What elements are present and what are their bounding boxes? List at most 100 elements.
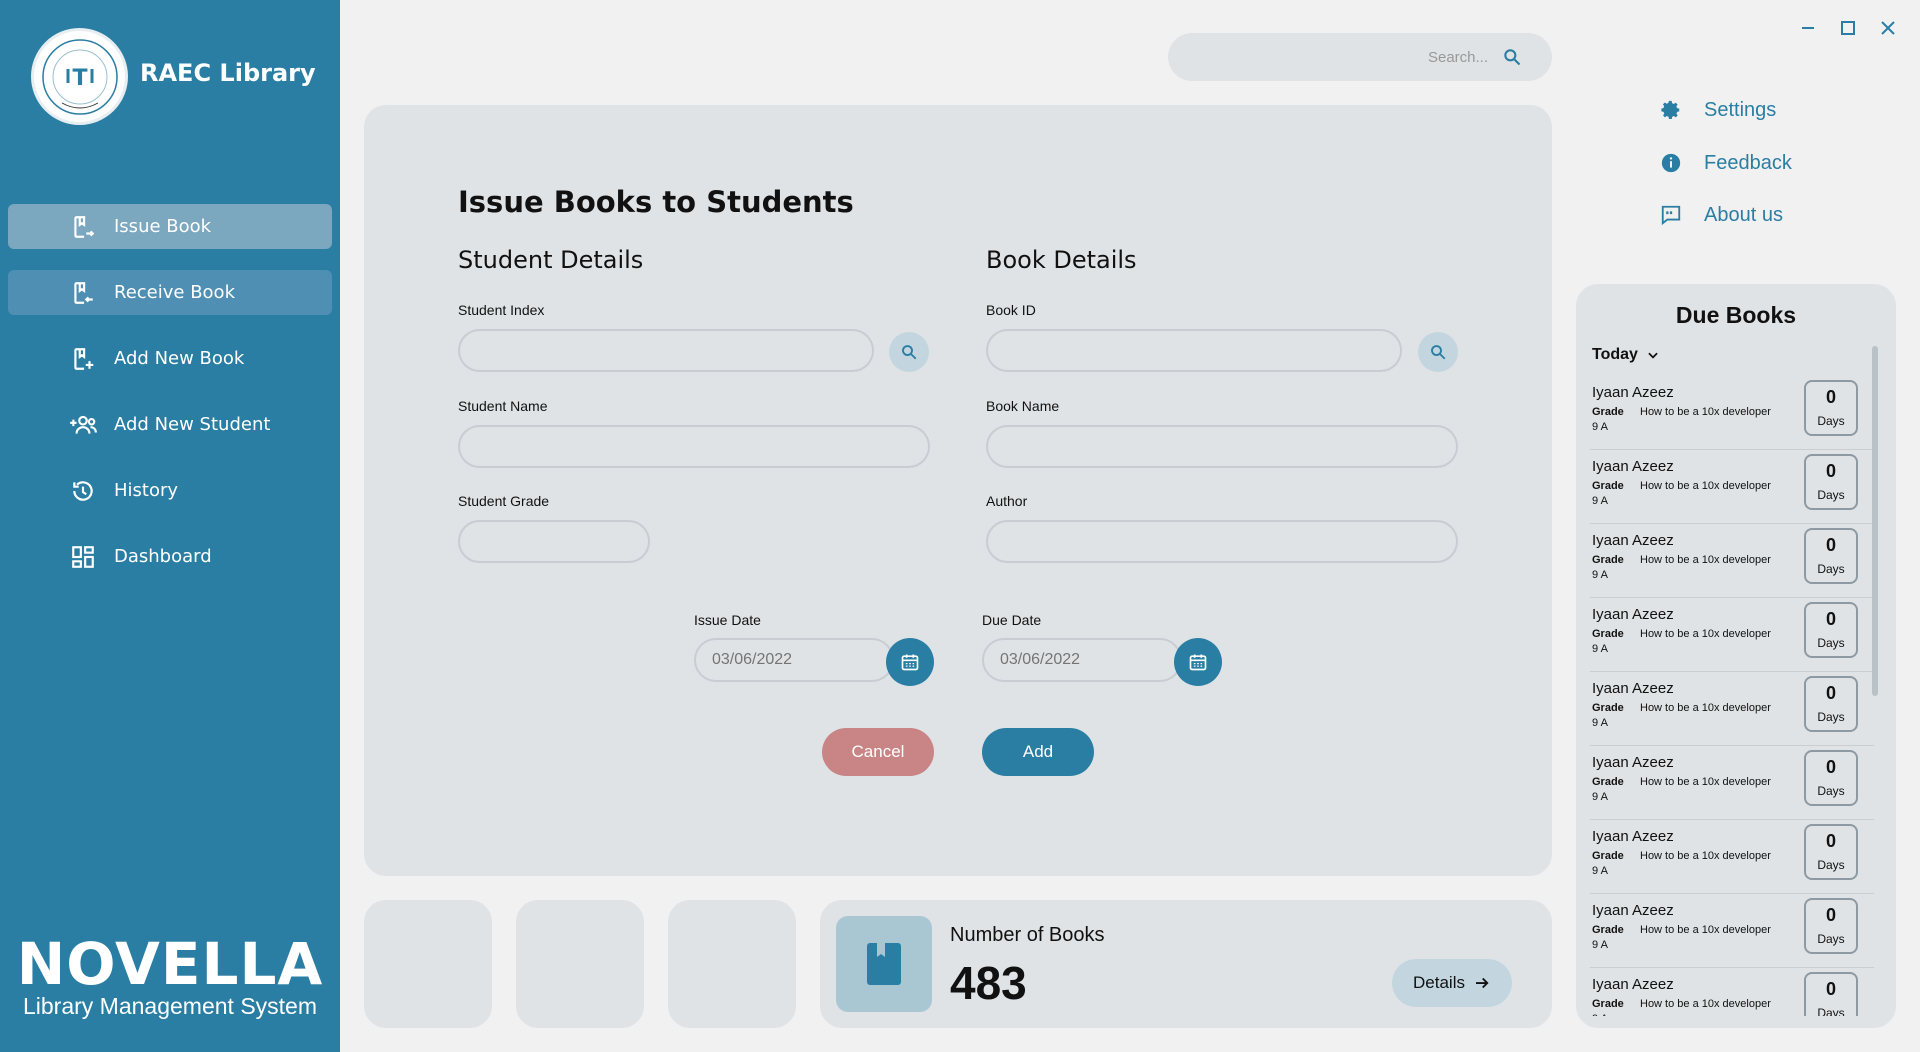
student-name: Iyaan Azeez [1592,754,1674,771]
book-title: How to be a 10x developer [1640,628,1771,640]
days-label: Days [1817,488,1845,502]
days-box: 0 Days [1804,528,1858,584]
list-item[interactable]: Iyaan Azeez Grade How to be a 10x develo… [1590,598,1874,672]
book-title: How to be a 10x developer [1640,776,1771,788]
book-name-input[interactable] [988,427,1456,466]
book-id-input[interactable] [988,331,1400,370]
feedback-label: Feedback [1704,151,1792,174]
list-item[interactable]: Iyaan Azeez Grade How to be a 10x develo… [1590,450,1874,524]
list-item[interactable]: Iyaan Azeez Grade How to be a 10x develo… [1590,524,1874,598]
author-field [986,520,1458,563]
days-box: 0 Days [1804,602,1858,658]
book-title: How to be a 10x developer [1640,998,1771,1010]
maximize-button[interactable] [1836,16,1860,40]
sidebar-item-dashboard[interactable]: Dashboard [8,534,332,579]
books-label: Number of Books [950,924,1105,946]
search-icon [902,345,917,360]
brand-subtitle: Library Management System [22,993,317,1019]
student-name-label: Student Name [458,398,548,414]
grade-label: Grade [1592,998,1624,1010]
sidebar: T RAEC Library Issue Book Receive Book A… [0,0,340,1052]
grade-value: 9 A [1592,865,1608,877]
list-item[interactable]: Iyaan Azeez Grade How to be a 10x develo… [1590,376,1874,450]
issue-date-picker-button[interactable] [886,638,934,686]
due-date-picker-button[interactable] [1174,638,1222,686]
due-books-panel: Due Books Today Iyaan Azeez Grade How to… [1576,284,1896,1028]
dashboard-icon [68,542,98,572]
days-box: 0 Days [1804,898,1858,954]
days-label: Days [1817,932,1845,946]
student-grade-input[interactable] [460,522,648,561]
details-button[interactable]: Details [1392,959,1512,1007]
book-title: How to be a 10x developer [1640,406,1771,418]
book-search-button[interactable] [1418,332,1458,372]
book-title: How to be a 10x developer [1640,850,1771,862]
sidebar-item-issue-book[interactable]: Issue Book [8,204,332,249]
student-details-title: Student Details [458,246,644,274]
days-count: 0 [1825,905,1836,925]
days-box: 0 Days [1804,972,1858,1016]
settings-link[interactable]: Settings [1658,97,1776,123]
history-icon [68,476,98,506]
issue-book-icon [68,212,98,242]
due-date-input[interactable] [1000,640,1160,680]
due-filter-dropdown[interactable]: Today [1592,346,1660,364]
student-name: Iyaan Azeez [1592,384,1674,401]
days-count: 0 [1825,979,1836,999]
list-item[interactable]: Iyaan Azeez Grade How to be a 10x develo… [1590,746,1874,820]
sidebar-item-add-new-book[interactable]: Add New Book [8,336,332,381]
calendar-icon [901,654,919,671]
list-item[interactable]: Iyaan Azeez Grade How to be a 10x develo… [1590,894,1874,968]
days-box: 0 Days [1804,750,1858,806]
due-filter-label: Today [1592,346,1638,363]
days-box: 0 Days [1804,380,1858,436]
sidebar-item-history[interactable]: History [8,468,332,513]
days-count: 0 [1825,461,1836,481]
book-name-field [986,425,1458,468]
sidebar-item-label: Add New Book [114,348,245,369]
list-item[interactable]: Iyaan Azeez Grade How to be a 10x develo… [1590,672,1874,746]
settings-label: Settings [1704,98,1777,121]
days-count: 0 [1825,609,1836,629]
issue-book-card [364,105,1552,876]
grade-value: 9 A [1592,939,1608,951]
student-search-button[interactable] [889,332,929,372]
minimize-button[interactable] [1796,16,1820,40]
student-index-label: Student Index [458,302,545,318]
receive-book-icon [68,278,98,308]
book-title: How to be a 10x developer [1640,702,1771,714]
grade-value: 9 A [1592,791,1608,803]
feedback-link[interactable]: Feedback [1658,150,1792,176]
close-button[interactable] [1876,16,1900,40]
about-link[interactable]: About us [1658,202,1783,228]
days-count: 0 [1825,683,1836,703]
grade-label: Grade [1592,628,1624,640]
student-index-input[interactable] [460,331,872,370]
grade-label: Grade [1592,480,1624,492]
books-count: 483 [950,957,1027,1009]
list-item[interactable]: Iyaan Azeez Grade How to be a 10x develo… [1590,820,1874,894]
grade-value: 9 A [1592,717,1608,729]
list-item[interactable]: Iyaan Azeez Grade How to be a 10x develo… [1590,968,1874,1016]
grade-label: Grade [1592,554,1624,566]
search-input[interactable] [1188,43,1488,71]
cancel-button[interactable]: Cancel [822,728,934,776]
grade-value: 9 A [1592,569,1608,581]
issue-date-input[interactable] [712,640,872,680]
sidebar-item-add-new-student[interactable]: Add New Student [8,402,332,447]
sidebar-item-label: Issue Book [114,216,212,237]
sidebar-item-receive-book[interactable]: Receive Book [8,270,332,315]
days-box: 0 Days [1804,676,1858,732]
add-button[interactable]: Add [982,728,1094,776]
book-name-label: Book Name [986,398,1060,414]
author-input[interactable] [988,522,1456,561]
search-icon[interactable] [1502,47,1522,71]
grade-value: 9 A [1592,1013,1608,1016]
book-details-title: Book Details [986,246,1137,274]
form-title: Issue Books to Students [458,185,854,219]
days-label: Days [1817,710,1845,724]
days-count: 0 [1825,387,1836,407]
brand-title: NOVELLA [16,930,324,998]
student-name-input[interactable] [460,427,928,466]
due-books-scrollbar[interactable] [1872,346,1878,696]
